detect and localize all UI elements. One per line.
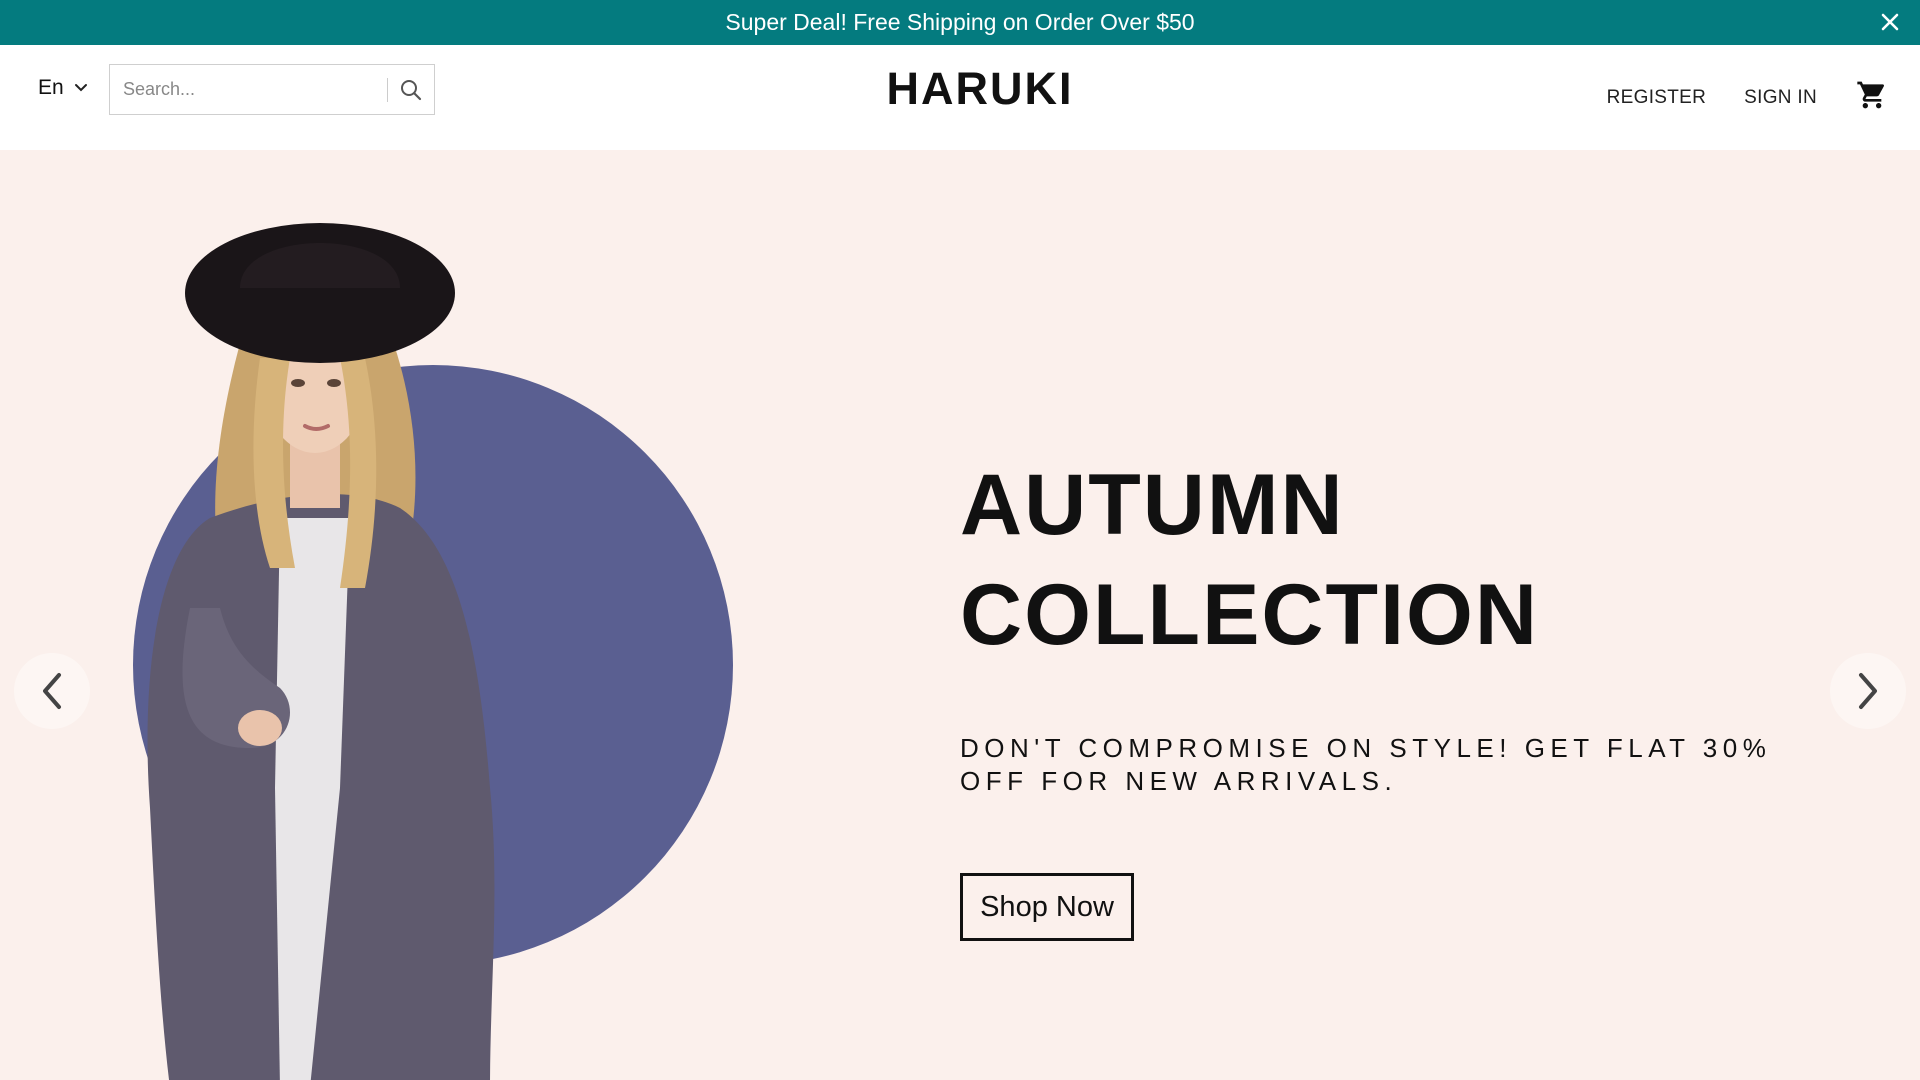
cart-icon[interactable]: [1855, 78, 1889, 112]
chevron-right-icon: [1859, 673, 1877, 709]
sign-in-link[interactable]: SIGN IN: [1744, 87, 1817, 109]
hero-headline-line-2: COLLECTION: [960, 567, 1539, 663]
hero-headline: AUTUMN COLLECTION: [960, 450, 1539, 670]
account-nav: REGISTER SIGN IN: [1607, 45, 1920, 150]
hero-banner: AUTUMN COLLECTION Don't compromise on st…: [0, 150, 1920, 1080]
hero-subheading: Don't compromise on style! Get flat 30% …: [960, 733, 1772, 796]
close-icon[interactable]: [1874, 6, 1906, 38]
promo-text: Super Deal! Free Shipping on Order Over …: [725, 9, 1195, 35]
register-link[interactable]: REGISTER: [1607, 87, 1707, 109]
carousel-prev-button[interactable]: [14, 653, 90, 729]
promo-bar: Super Deal! Free Shipping on Order Over …: [0, 0, 1920, 45]
chevron-left-icon: [43, 673, 61, 709]
hero-model-image: [147, 223, 495, 1080]
logo-text: HARUKI: [886, 63, 1074, 114]
hero-headline-line-1: AUTUMN: [960, 457, 1345, 553]
site-header: En HARUKI REGISTER SIGN IN: [0, 45, 1920, 150]
shop-now-button[interactable]: Shop Now: [960, 873, 1134, 941]
carousel-next-button[interactable]: [1830, 653, 1906, 729]
